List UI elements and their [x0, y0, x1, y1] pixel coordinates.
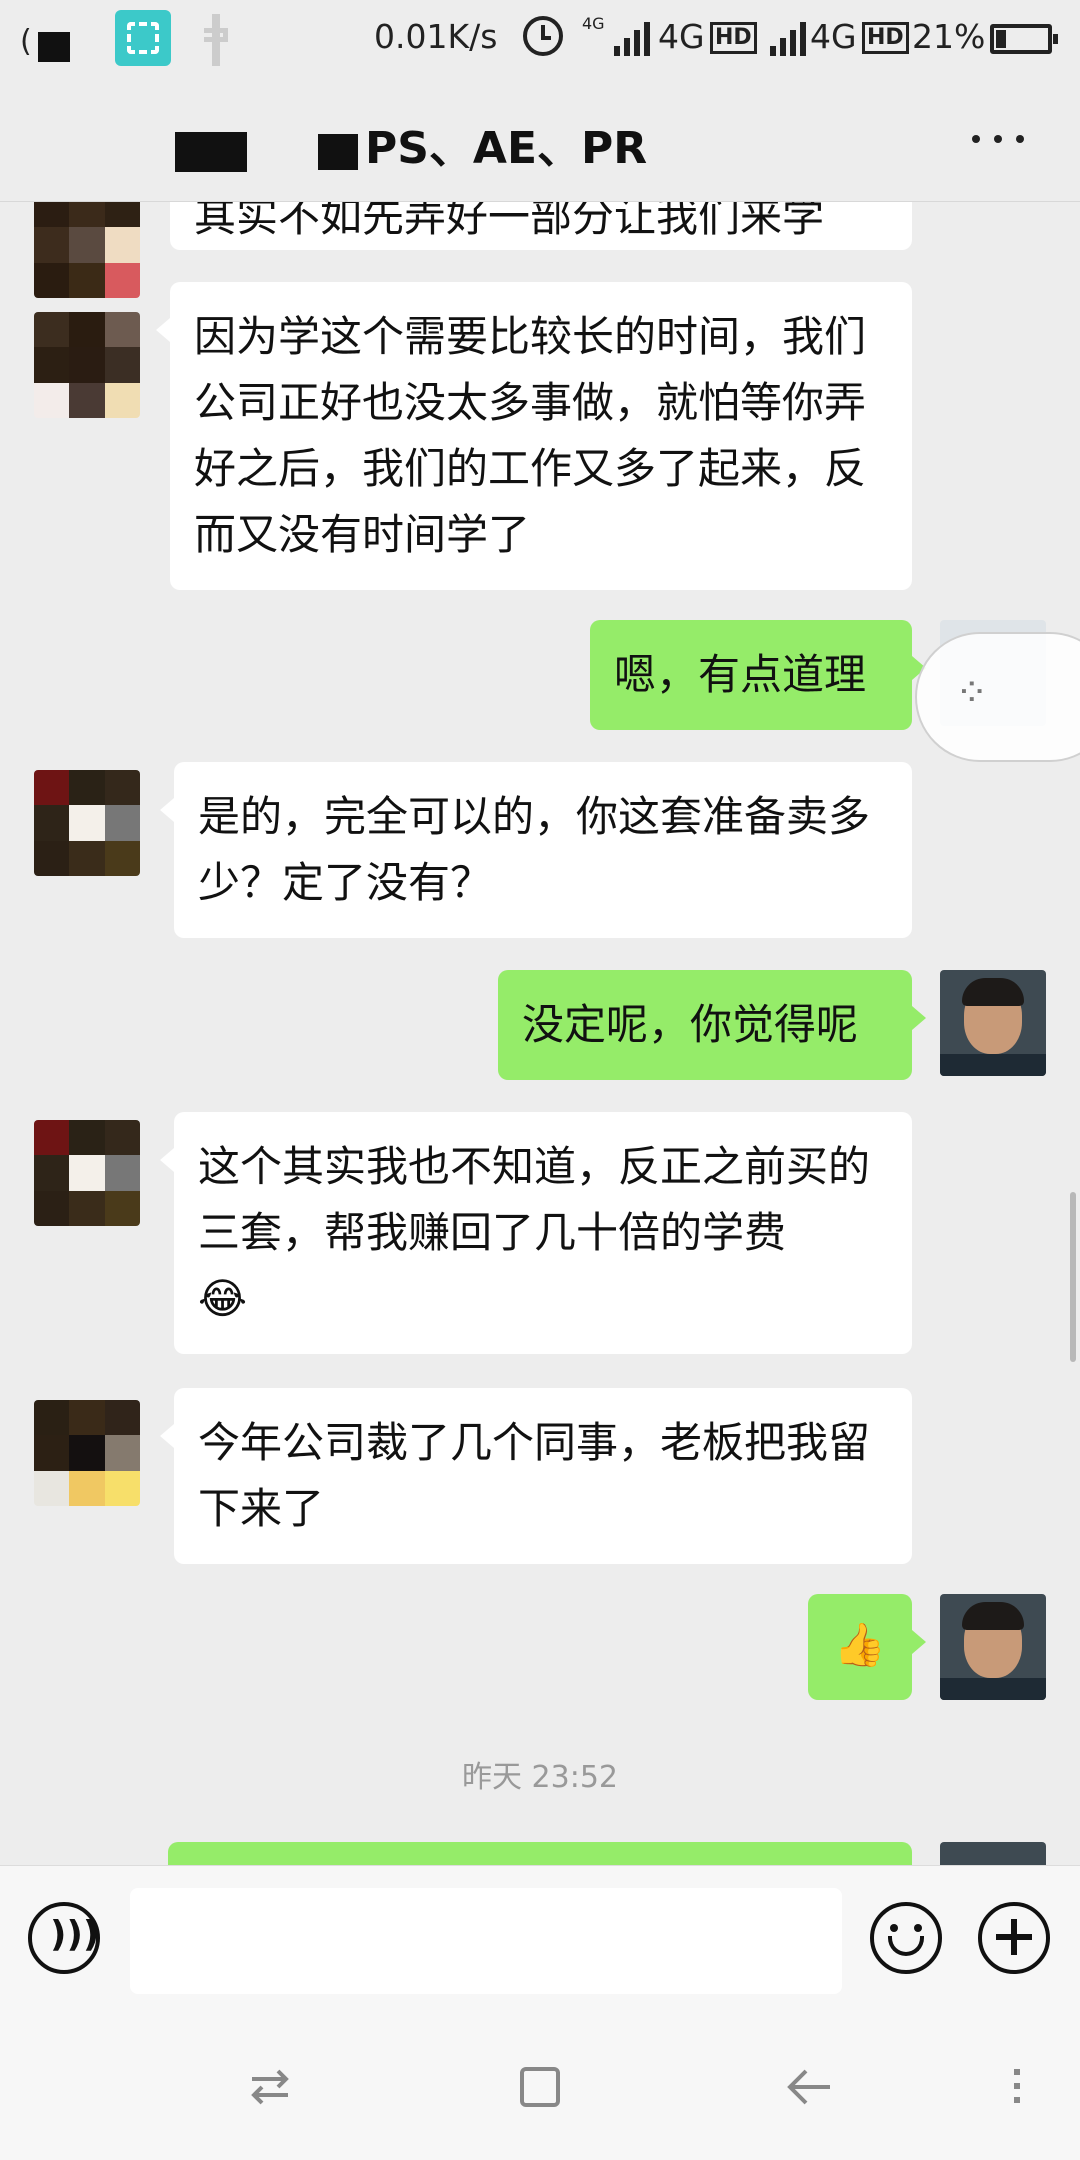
- laugh-cry-emoji-icon: 😂: [198, 1274, 248, 1323]
- app-notification-icon: [200, 14, 232, 66]
- back-button-icon[interactable]: [786, 2067, 832, 2107]
- message-input-bar: ))): [0, 1865, 1080, 2007]
- message-bubble-received[interactable]: 是的，完全可以的，你这套准备卖多少？定了没有？: [160, 762, 912, 938]
- voice-input-button[interactable]: ))): [28, 1902, 100, 1974]
- avatar[interactable]: [34, 1120, 140, 1226]
- thumbs-up-emoji-icon: 👍: [833, 1620, 887, 1669]
- message-text-input[interactable]: [130, 1888, 842, 1994]
- message-bubble-sent-partial[interactable]: [168, 1842, 912, 1865]
- net-type-1: 4G: [658, 17, 705, 56]
- data-4g-small: 4G: [582, 14, 605, 33]
- add-attachment-button[interactable]: [978, 1902, 1050, 1974]
- signal-icon-1: [614, 22, 650, 56]
- battery-icon: [990, 24, 1058, 54]
- message-bubble-received[interactable]: 因为学这个需要比较长的时间，我们公司正好也没太多事做，就怕等你弄好之后，我们的工…: [156, 282, 912, 590]
- avatar[interactable]: [34, 312, 140, 418]
- net-type-2: 4G: [810, 17, 857, 56]
- home-button-icon[interactable]: [520, 2067, 560, 2107]
- notification-icon: (: [20, 22, 70, 62]
- more-options-button[interactable]: [970, 114, 1040, 164]
- message-text: 今年公司裁了几个同事，老板把我留下来了: [198, 1418, 871, 1533]
- more-dot-icon: [994, 135, 1002, 143]
- message-text: 没定呢，你觉得呢: [522, 1000, 859, 1049]
- hd-badge-1: HD: [710, 22, 757, 54]
- scrollbar[interactable]: [1070, 1192, 1076, 1362]
- message-text: 这个其实我也不知道，反正之前买的三套，帮我赚回了几十倍的学费: [198, 1142, 871, 1257]
- message-text: 是的，完全可以的，你这套准备卖多少？定了没有？: [198, 792, 871, 907]
- message-bubble-sent[interactable]: 嗯，有点道理: [590, 620, 926, 730]
- message-text: 嗯，有点道理: [614, 650, 867, 699]
- menu-icon[interactable]: [1010, 2069, 1022, 2105]
- net-speed: 0.01K/s: [374, 17, 498, 56]
- scan-app-icon: [115, 10, 171, 66]
- message-text: 其实不如先弄好一部分让我们来学: [194, 202, 825, 241]
- message-bubble-sent[interactable]: 没定呢，你觉得呢: [498, 970, 926, 1080]
- emoji-mouth-icon: [888, 1936, 924, 1956]
- switch-apps-icon[interactable]: [248, 2067, 292, 2107]
- emoji-eye-right-icon: [914, 1924, 922, 1932]
- assist-icon: ⁘: [955, 670, 989, 716]
- chat-header: PS、AE、PR: [0, 76, 1080, 202]
- voice-icon: ))): [50, 1914, 100, 1955]
- emoji-button[interactable]: [870, 1902, 942, 1974]
- chat-title: PS、AE、PR: [365, 123, 648, 174]
- hd-badge-2: HD: [862, 22, 909, 54]
- avatar[interactable]: [34, 1400, 140, 1506]
- message-list[interactable]: 其实不如先弄好一部分让我们来学 因为学这个需要比较长的时间，我们公司正好也没太多…: [0, 202, 1080, 1865]
- status-bar: ( 0.01K/s 4G 4G HD 4G HD 21%: [0, 0, 1080, 76]
- plus-v-icon: [1011, 1919, 1017, 1955]
- title-redaction-2: [318, 134, 358, 170]
- avatar[interactable]: [34, 202, 140, 298]
- message-bubble-received[interactable]: 其实不如先弄好一部分让我们来学: [170, 202, 912, 250]
- message-timestamp: 昨天 23:52: [462, 1760, 618, 1795]
- avatar[interactable]: [34, 770, 140, 876]
- battery-percent: 21%: [912, 17, 986, 56]
- more-dot-icon: [1016, 135, 1024, 143]
- more-dot-icon: [972, 135, 980, 143]
- my-avatar[interactable]: [940, 1594, 1046, 1700]
- message-bubble-received[interactable]: 今年公司裁了几个同事，老板把我留下来了: [160, 1388, 912, 1564]
- message-bubble-received[interactable]: 这个其实我也不知道，反正之前买的三套，帮我赚回了几十倍的学费 😂: [160, 1112, 912, 1354]
- alarm-icon: [523, 16, 563, 56]
- title-redaction: [175, 132, 247, 172]
- floating-assist-button[interactable]: ⁘: [915, 632, 1080, 762]
- emoji-eye-left-icon: [890, 1924, 898, 1932]
- message-text: 因为学这个需要比较长的时间，我们公司正好也没太多事做，就怕等你弄好之后，我们的工…: [194, 312, 867, 559]
- message-bubble-sent[interactable]: 👍: [808, 1594, 926, 1700]
- my-avatar[interactable]: [940, 1842, 1046, 1865]
- signal-icon-2: [770, 22, 806, 56]
- system-nav-bar: [0, 2007, 1080, 2160]
- my-avatar[interactable]: [940, 970, 1046, 1076]
